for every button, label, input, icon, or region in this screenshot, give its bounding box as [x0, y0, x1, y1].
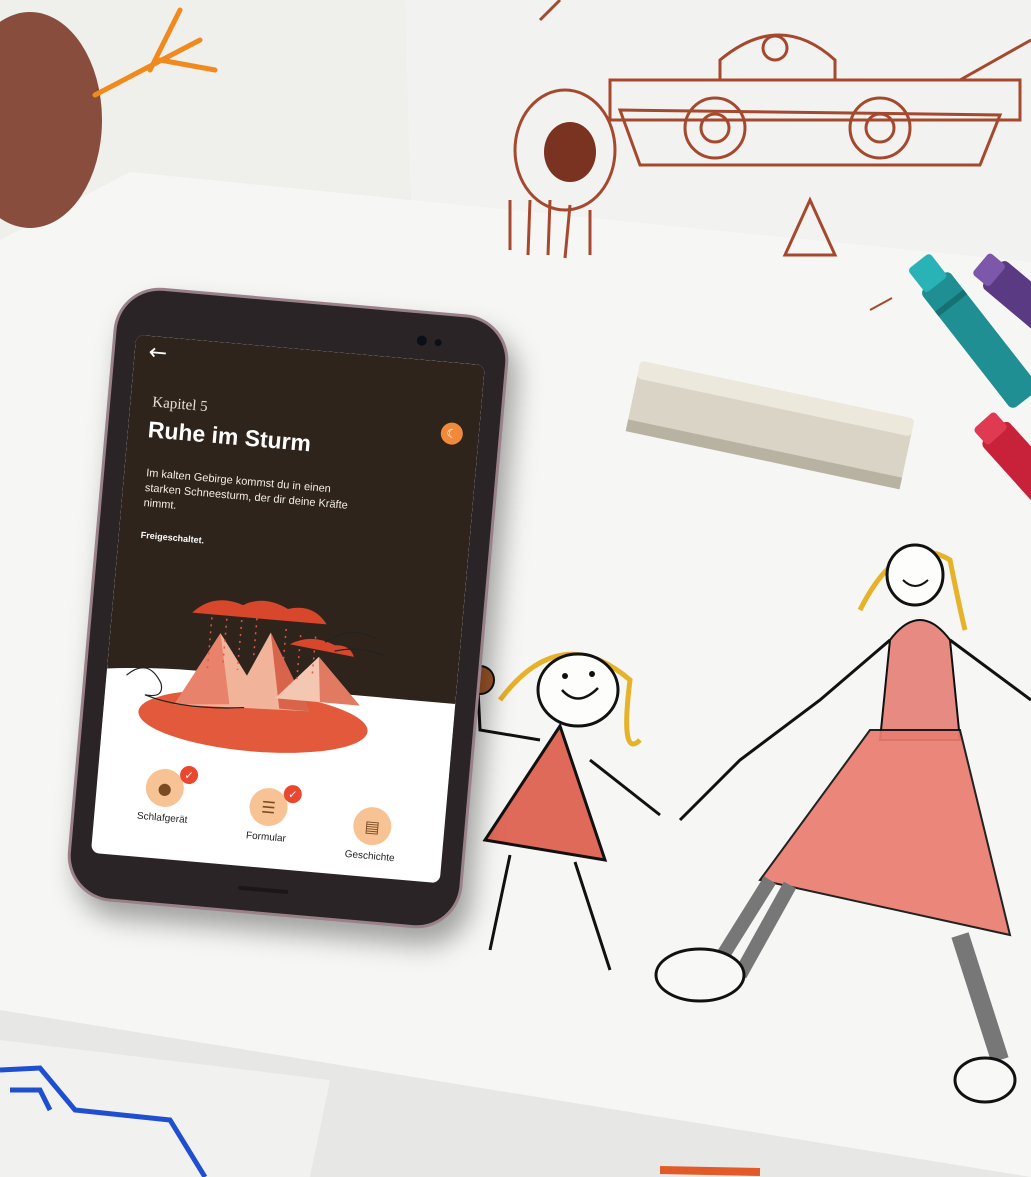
form-icon: ☰ ✓	[247, 784, 303, 828]
nav-label-formular: Formular	[245, 830, 287, 845]
app-screen: ← ☾ Kapitel 5 Ruhe im Sturm Im kalten Ge…	[90, 334, 485, 884]
status-label: Freigeschaltet.	[140, 529, 205, 546]
sleep-device-icon: ● ✓	[144, 765, 199, 809]
phone-device: ← ☾ Kapitel 5 Ruhe im Sturm Im kalten Ge…	[63, 283, 513, 933]
chapter-label: Kapitel 5	[151, 394, 209, 416]
moon-icon[interactable]: ☾	[439, 421, 464, 446]
storm-mountain-illustration	[99, 600, 455, 784]
nav-label-schlafgeraet: Schlafgerät	[136, 810, 188, 827]
nav-item-formular[interactable]: ☰ ✓ Formular	[223, 784, 313, 846]
nav-label-geschichte: Geschichte	[344, 848, 396, 865]
arrow-left-icon[interactable]: ←	[148, 340, 169, 367]
camera-icon	[416, 335, 428, 347]
check-icon: ✓	[179, 765, 199, 785]
chapter-description: Im kalten Gebirge kommst du in einen sta…	[143, 467, 349, 512]
page-title: Ruhe im Sturm	[146, 416, 313, 457]
sensor-icon	[434, 338, 442, 347]
speaker-grille	[238, 885, 289, 895]
nav-item-geschichte[interactable]: ▤ Geschichte	[326, 804, 416, 866]
nav-item-schlafgeraet[interactable]: ● ✓ Schlafgerät	[119, 765, 209, 827]
story-icon: ▤	[351, 805, 393, 847]
check-icon: ✓	[283, 784, 303, 804]
drawing-orange-scribble	[659, 1166, 761, 1176]
